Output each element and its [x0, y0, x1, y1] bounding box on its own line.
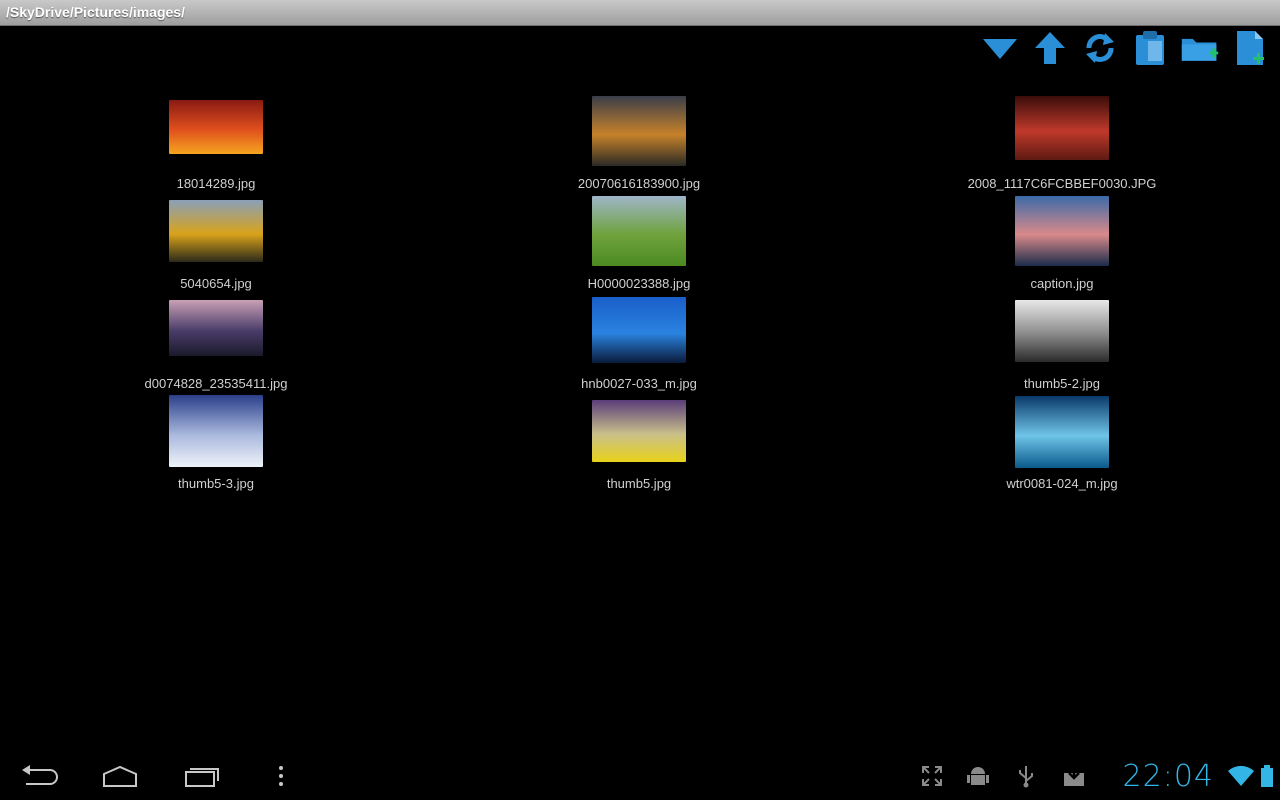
file-item[interactable]: H0000023388.jpg: [509, 196, 769, 300]
android-debug-icon: [964, 762, 992, 790]
status-clock: 22:04: [1122, 759, 1214, 794]
file-thumbnail: [1015, 96, 1109, 160]
file-item[interactable]: wtr0081-024_m.jpg: [932, 396, 1192, 500]
file-name: thumb5.jpg: [606, 476, 672, 491]
title-bar: /SkyDrive/Pictures/images/: [0, 0, 1280, 26]
file-name: thumb5-3.jpg: [178, 476, 254, 491]
file-thumbnail: [592, 400, 686, 462]
go-up-button[interactable]: [1030, 28, 1070, 68]
back-icon: [22, 765, 58, 785]
menu-button[interactable]: [268, 758, 294, 794]
home-button[interactable]: [98, 758, 142, 794]
refresh-button[interactable]: [1080, 28, 1120, 68]
wifi-icon: [1226, 762, 1256, 790]
file-name: thumb5-2.jpg: [1024, 376, 1100, 391]
file-name: 2008_1117C6FCBBEF0030.JPG: [967, 176, 1157, 191]
current-path: /SkyDrive/Pictures/images/: [6, 4, 185, 20]
file-thumbnail: [169, 200, 263, 262]
file-item[interactable]: thumb5-3.jpg: [86, 395, 346, 500]
file-item[interactable]: 5040654.jpg: [86, 200, 346, 300]
file-item[interactable]: 18014289.jpg: [86, 100, 346, 200]
new-folder-button[interactable]: [1180, 28, 1220, 68]
toolbar: [970, 28, 1270, 68]
file-name: H0000023388.jpg: [587, 276, 691, 291]
file-name: d0074828_23535411.jpg: [144, 376, 288, 391]
home-icon: [103, 765, 137, 787]
file-thumbnail: [1015, 396, 1109, 468]
file-item[interactable]: thumb5-2.jpg: [932, 300, 1192, 400]
file-item[interactable]: d0074828_23535411.jpg: [86, 300, 346, 400]
recent-apps-icon: [185, 768, 219, 787]
fullscreen-arrows-icon: [922, 766, 942, 786]
back-button[interactable]: [18, 758, 62, 794]
file-thumbnail: [169, 395, 263, 467]
refresh-icon: [1086, 33, 1114, 63]
file-name: caption.jpg: [1030, 276, 1094, 291]
new-file-button[interactable]: [1230, 28, 1270, 68]
clipboard-icon: [1136, 31, 1164, 65]
file-name: 18014289.jpg: [176, 176, 256, 191]
paste-button[interactable]: [1130, 28, 1170, 68]
file-item[interactable]: caption.jpg: [932, 196, 1192, 300]
file-thumbnail: [1015, 300, 1109, 362]
file-name: 20070616183900.jpg: [577, 176, 701, 191]
file-thumbnail: [1015, 196, 1109, 266]
file-name: hnb0027-033_m.jpg: [581, 376, 697, 391]
file-thumbnail: [169, 300, 263, 356]
file-item[interactable]: 2008_1117C6FCBBEF0030.JPG: [932, 96, 1192, 200]
menu-dropdown-button[interactable]: [980, 28, 1020, 68]
battery-icon: [1258, 762, 1276, 790]
fullscreen-icon[interactable]: [918, 762, 946, 790]
file-item[interactable]: 20070616183900.jpg: [509, 96, 769, 200]
file-thumbnail: [592, 196, 686, 266]
arrow-up-icon: [1035, 32, 1065, 64]
file-add-icon: [1237, 31, 1264, 65]
triangle-down-icon: [983, 39, 1017, 59]
file-item[interactable]: thumb5.jpg: [509, 400, 769, 500]
file-thumbnail: [592, 96, 686, 166]
file-item[interactable]: hnb0027-033_m.jpg: [509, 297, 769, 400]
usb-icon: [1012, 762, 1040, 790]
file-thumbnail: [592, 297, 686, 363]
overflow-menu-icon: [279, 766, 283, 786]
system-navigation-bar: 22:04: [0, 752, 1280, 800]
recent-apps-button[interactable]: [178, 758, 222, 794]
download-icon: [1060, 762, 1088, 790]
file-name: 5040654.jpg: [180, 276, 252, 291]
file-thumbnail: [169, 100, 263, 154]
folder-add-icon: [1181, 38, 1219, 61]
file-name: wtr0081-024_m.jpg: [1006, 476, 1118, 491]
